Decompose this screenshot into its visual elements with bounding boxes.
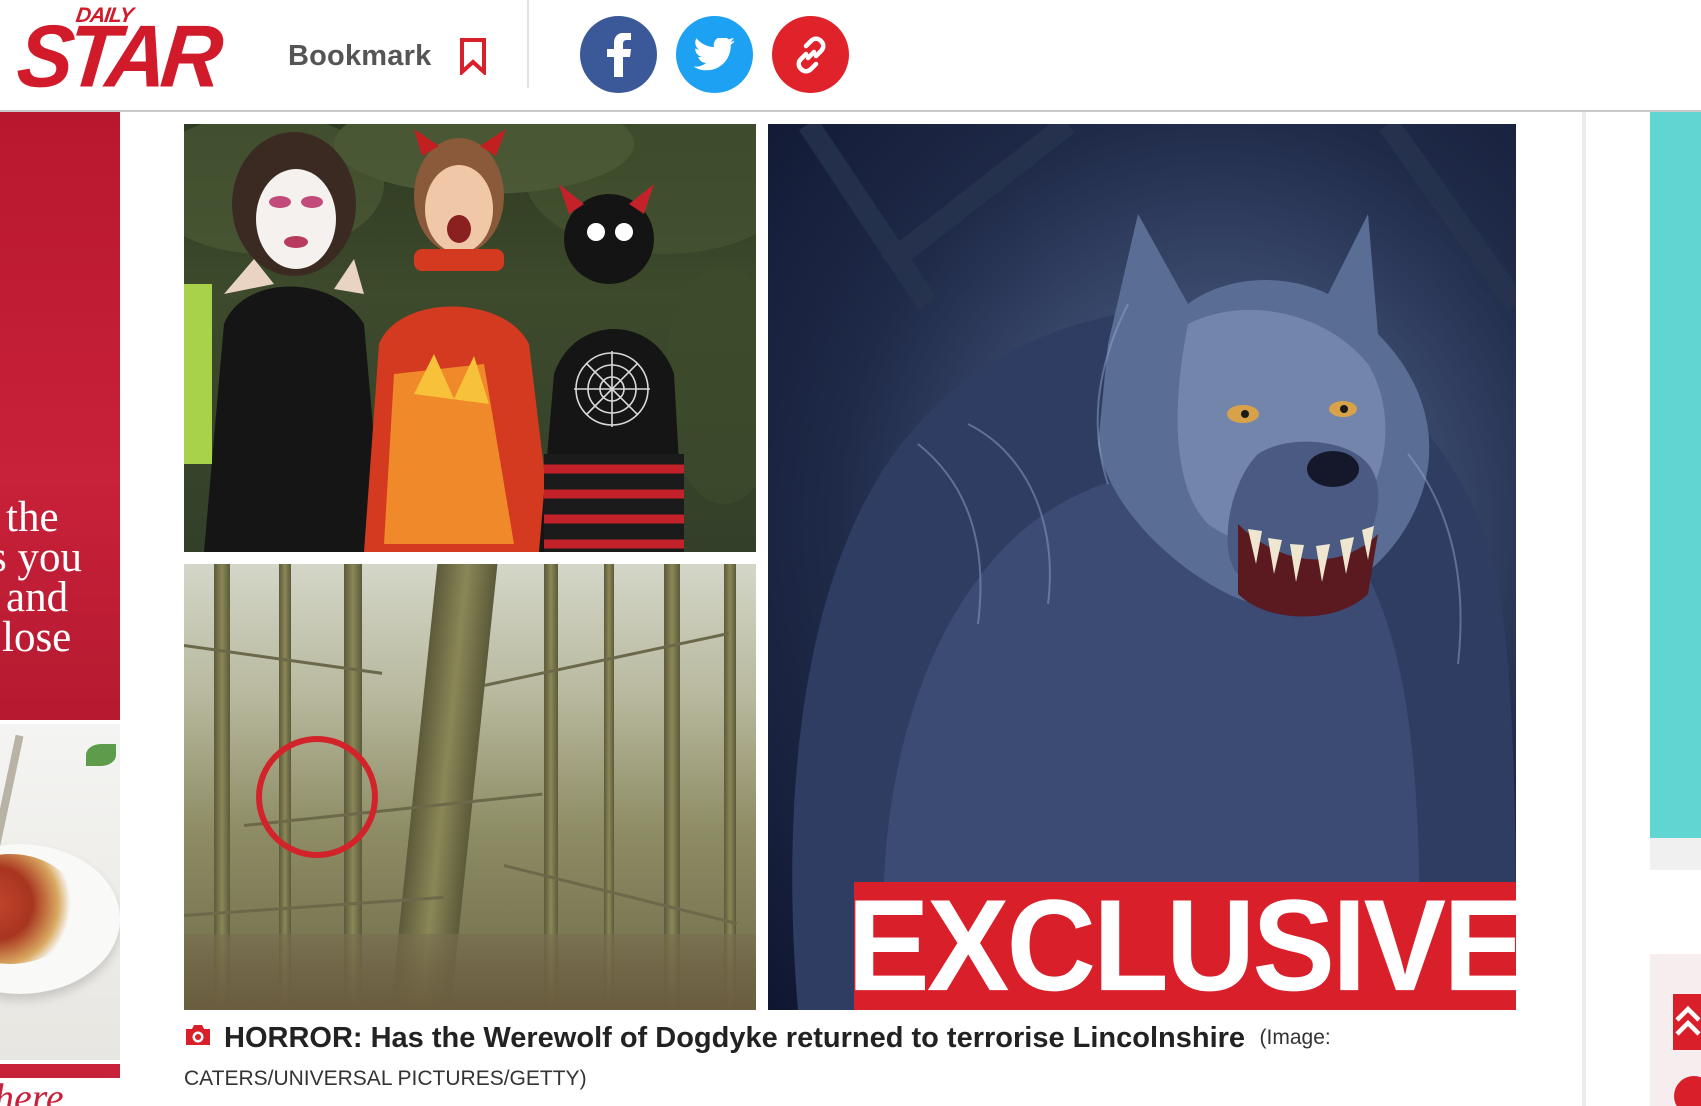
facebook-share-button[interactable] — [580, 16, 657, 93]
chevron-up-icon — [1675, 1005, 1701, 1036]
facebook-icon — [606, 32, 631, 77]
kids-illustration — [184, 124, 756, 552]
right-advert-shadow — [1650, 838, 1701, 870]
twitter-icon — [693, 37, 735, 70]
scroll-to-top-button[interactable] — [1673, 994, 1701, 1050]
twitter-share-button[interactable] — [676, 16, 753, 93]
advert-script-text: here — [0, 1075, 64, 1106]
daily-star-logo[interactable]: DAILY STAR — [13, 4, 221, 105]
werewolf-photo: EXCLUSIVE — [768, 124, 1516, 1010]
image-caption: HORROR: Has the Werewolf of Dogdyke retu… — [184, 1016, 1524, 1092]
advert-text: the s you and lose — [0, 494, 120, 661]
logo-star-text: STAR — [13, 6, 222, 106]
bookmark-button[interactable]: Bookmark — [288, 30, 487, 82]
caption-credit: CATERS/UNIVERSAL PICTURES/GETTY) — [184, 1067, 587, 1091]
caption-credit-prefix: (Image: — [1259, 1026, 1331, 1049]
article-main-image[interactable]: EXCLUSIVE — [184, 124, 1516, 1010]
exclusive-badge-text: EXCLUSIVE — [847, 873, 1516, 1010]
camera-icon — [186, 1025, 210, 1045]
advert-food-photo — [0, 724, 120, 1060]
copy-link-button[interactable] — [772, 16, 849, 93]
bookmark-label: Bookmark — [288, 39, 432, 72]
link-icon — [796, 36, 825, 73]
caption-title: HORROR: Has the Werewolf of Dogdyke retu… — [224, 1022, 1246, 1054]
right-advert[interactable] — [1650, 112, 1701, 838]
highlight-circle — [256, 736, 378, 858]
left-advert[interactable]: the s you and lose here — [0, 112, 120, 1106]
kids-costume-photo — [184, 124, 756, 552]
content-right-border — [1582, 112, 1586, 1106]
advert-line: the — [6, 494, 59, 541]
site-header: DAILY STAR Bookmark — [0, 0, 1701, 112]
advert-line: and — [6, 574, 69, 621]
header-divider — [527, 0, 529, 88]
exclusive-badge: EXCLUSIVE — [847, 881, 1516, 1010]
advert-line: s you — [0, 534, 82, 581]
advert-line: lose — [2, 614, 72, 661]
woods-photo — [184, 564, 756, 1010]
bookmark-icon — [460, 38, 487, 75]
